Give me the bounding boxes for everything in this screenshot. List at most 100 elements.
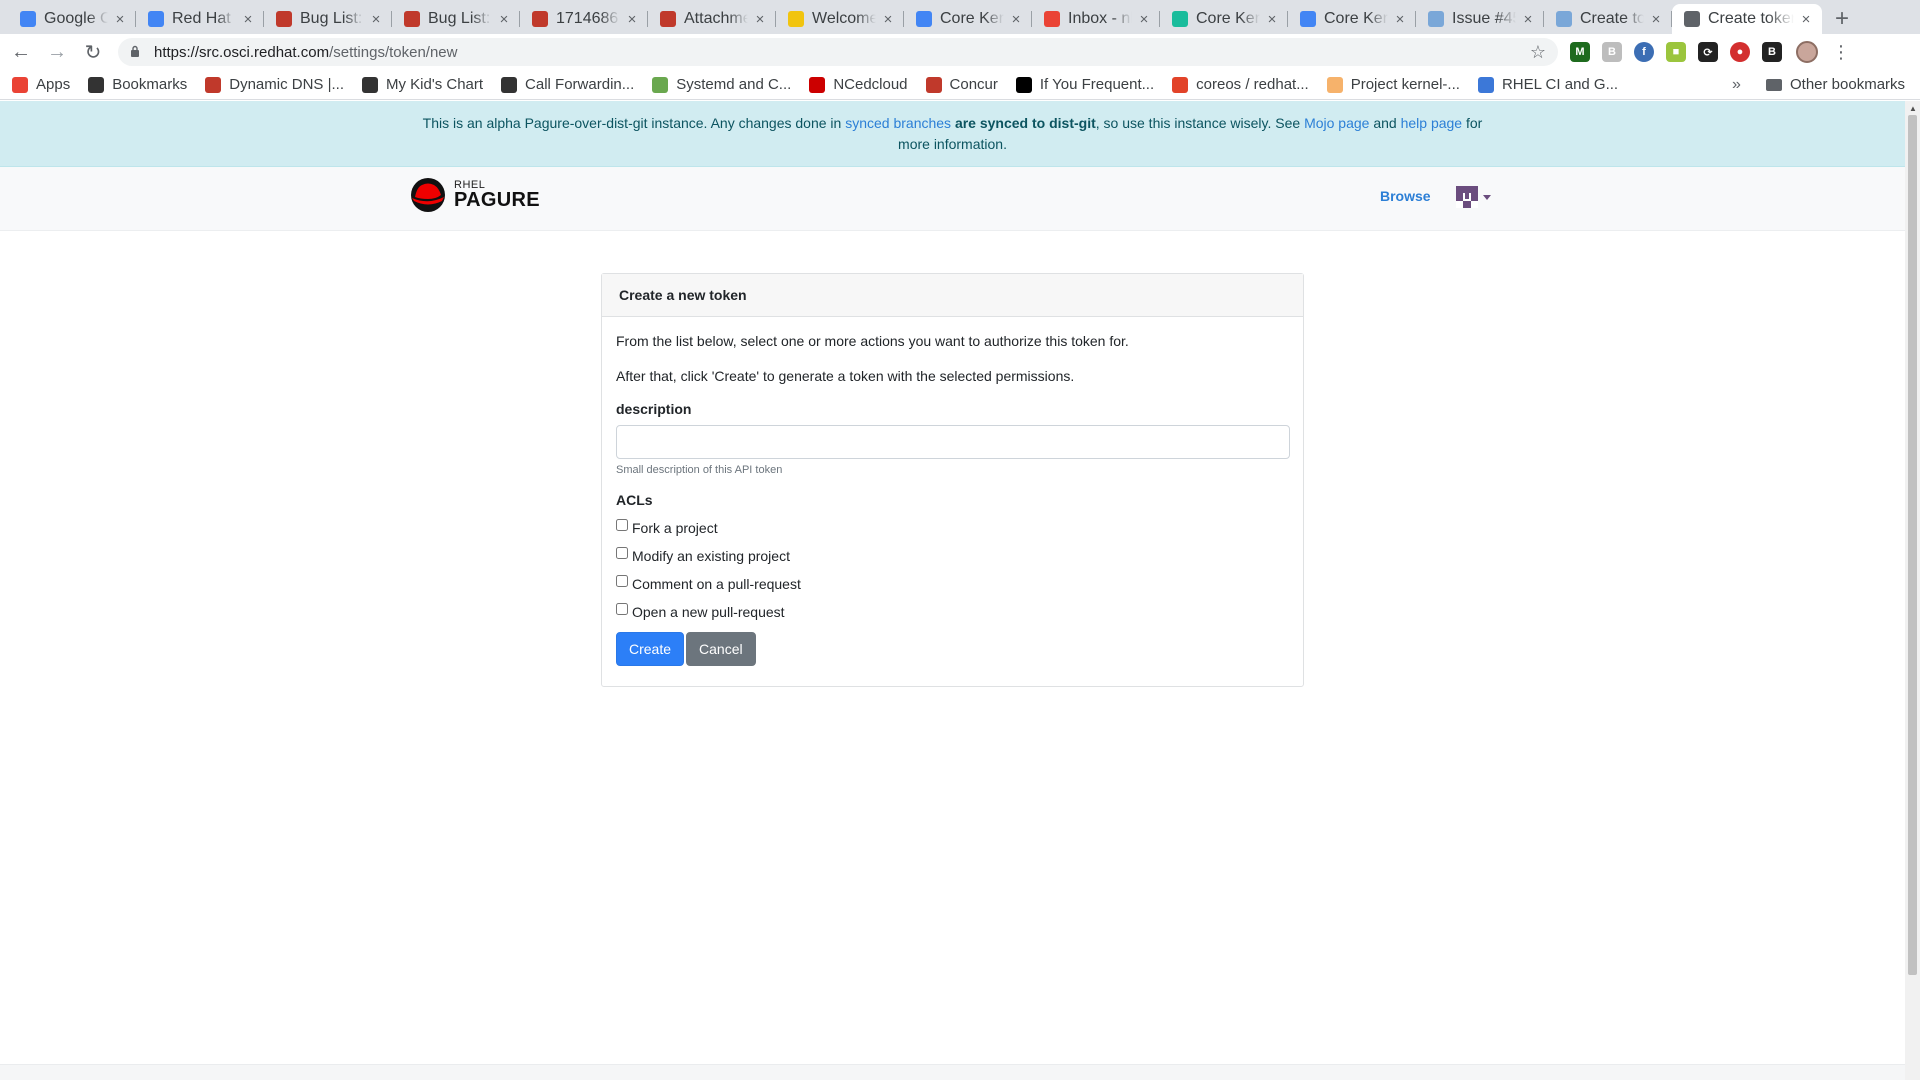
other-bookmarks[interactable]: Other bookmarks — [1766, 76, 1905, 93]
profile-avatar[interactable] — [1796, 41, 1818, 63]
tab-title: Core Kernel — [1324, 10, 1388, 27]
tab-close-icon[interactable]: × — [880, 11, 896, 28]
scroll-up-arrow-icon[interactable]: ▲ — [1909, 104, 1917, 113]
acl-checkbox[interactable] — [616, 575, 628, 587]
browser-tab[interactable]: Attachment× — [648, 4, 776, 34]
synced-branches-link[interactable]: synced branches — [845, 115, 951, 131]
extension-doc-icon[interactable]: B — [1762, 42, 1782, 62]
acl-checkbox[interactable] — [616, 547, 628, 559]
tab-title: Bug List: — [428, 10, 491, 27]
tab-close-icon[interactable]: × — [1798, 11, 1814, 28]
page-scrollbar[interactable] — [1905, 101, 1920, 1080]
tab-close-icon[interactable]: × — [240, 11, 256, 28]
bookmark-item[interactable]: Project kernel-... — [1326, 76, 1460, 93]
acl-checkbox[interactable] — [616, 603, 628, 615]
tab-close-icon[interactable]: × — [1136, 11, 1152, 28]
browser-tab[interactable]: Core Kernel× — [1160, 4, 1288, 34]
browser-tab[interactable]: Create token× — [1672, 4, 1822, 34]
lock-icon[interactable] — [130, 45, 144, 59]
extension-b-icon[interactable]: B — [1602, 42, 1622, 62]
url-host: https://src.osci.redhat.com — [154, 43, 330, 61]
bookmark-label: Project kernel-... — [1350, 76, 1460, 93]
browser-tab[interactable]: Inbox - nh× — [1032, 4, 1160, 34]
mojo-page-link[interactable]: Mojo page — [1304, 115, 1369, 131]
tab-close-icon[interactable]: × — [752, 11, 768, 28]
browser-tab[interactable]: Core Kernel× — [904, 4, 1032, 34]
page-viewport: This is an alpha Pagure-over-dist-git in… — [0, 101, 1905, 1080]
browser-tab[interactable]: Welcome × — [776, 4, 904, 34]
back-icon[interactable]: ← — [6, 37, 36, 67]
cancel-button[interactable]: Cancel — [686, 632, 756, 666]
extension-sync-icon[interactable]: ⟳ — [1698, 42, 1718, 62]
bookmark-item[interactable]: If You Frequent... — [1015, 76, 1154, 93]
tab-close-icon[interactable]: × — [624, 11, 640, 28]
new-tab-plus-icon[interactable]: + — [1822, 4, 1862, 34]
scrollbar-thumb[interactable] — [1908, 115, 1917, 975]
bookmarks-overflow-chevron-icon[interactable]: » — [1732, 76, 1741, 94]
browser-tab[interactable]: Google Calendar× — [8, 4, 136, 34]
tab-title: Red Hat - Calendar — [172, 10, 236, 27]
apps-grid-icon — [12, 76, 28, 93]
help-page-link[interactable]: help page — [1401, 115, 1463, 131]
tab-close-icon[interactable]: × — [1008, 11, 1024, 28]
bookmark-star-icon[interactable]: ☆ — [1530, 42, 1546, 63]
bookmark-item[interactable]: Call Forwardin... — [501, 76, 634, 93]
tab-close-icon[interactable]: × — [1648, 11, 1664, 28]
acl-option[interactable]: Fork a project — [616, 514, 1289, 542]
user-menu-dropdown[interactable] — [1456, 186, 1491, 208]
bookmark-item[interactable]: Dynamic DNS |... — [205, 76, 344, 93]
fedora-icon[interactable]: f — [1634, 42, 1654, 62]
description-help-text: Small description of this API token — [616, 464, 783, 476]
tab-title: Create token — [1708, 10, 1794, 27]
acl-label: Modify an existing project — [632, 548, 790, 564]
doc-icon — [1300, 11, 1316, 27]
browse-link[interactable]: Browse — [1380, 188, 1431, 204]
tab-close-icon[interactable]: × — [496, 11, 512, 28]
tab-close-icon[interactable]: × — [368, 11, 384, 28]
acl-option[interactable]: Open a new pull-request — [616, 598, 1289, 626]
browser-tab[interactable]: Core Kernel× — [1288, 4, 1416, 34]
browser-tab[interactable]: Create token× — [1544, 4, 1672, 34]
tab-close-icon[interactable]: × — [1520, 11, 1536, 28]
bookmark-item[interactable]: Concur — [925, 76, 998, 93]
bookmark-label: Apps — [36, 76, 71, 93]
tab-close-icon[interactable]: × — [1392, 11, 1408, 28]
bookmark-item[interactable]: Apps — [12, 76, 70, 93]
bookmark-item[interactable]: coreos / redhat... — [1172, 76, 1309, 93]
bookmark-item[interactable]: NCedcloud — [809, 76, 908, 93]
intro-text-1: From the list below, select one or more … — [616, 333, 1129, 349]
browser-tab[interactable]: Bug List: × — [392, 4, 520, 34]
forward-icon[interactable]: → — [42, 37, 72, 67]
redhat-shadowman-icon — [408, 177, 448, 213]
browser-tab[interactable]: Red Hat - Calendar× — [136, 4, 264, 34]
extension-green-icon[interactable]: ■ — [1666, 42, 1686, 62]
description-label: description — [616, 401, 692, 417]
user-identicon-avatar — [1456, 186, 1478, 208]
browser-tab[interactable]: 1714686 × — [520, 4, 648, 34]
acl-label: Fork a project — [632, 520, 718, 536]
description-input[interactable] — [616, 425, 1290, 459]
bookmark-item[interactable]: Systemd and C... — [652, 76, 791, 93]
acl-option[interactable]: Comment on a pull-request — [616, 570, 1289, 598]
extension-lock-icon[interactable]: ● — [1730, 42, 1750, 62]
bookmark-item[interactable]: My Kid's Chart — [361, 76, 483, 93]
card-title: Create a new token — [602, 274, 1303, 317]
linux-penguin-icon — [788, 11, 804, 27]
acl-option[interactable]: Modify an existing project — [616, 542, 1289, 570]
browser-tab[interactable]: Bug List: × — [264, 4, 392, 34]
browser-tab[interactable]: Issue #45 × — [1416, 4, 1544, 34]
address-bar[interactable]: https://src.osci.redhat.com/settings/tok… — [118, 38, 1558, 66]
browser-menu-icon[interactable]: ⋮ — [1832, 42, 1850, 63]
reload-icon[interactable]: ↻ — [78, 37, 108, 67]
acl-checkbox[interactable] — [616, 519, 628, 531]
extension-m-icon[interactable]: M — [1570, 42, 1590, 62]
tab-close-icon[interactable]: × — [112, 11, 128, 28]
bookmark-label: Systemd and C... — [676, 76, 792, 93]
bookmark-label: Bookmarks — [112, 76, 188, 93]
tab-close-icon[interactable]: × — [1264, 11, 1280, 28]
create-button[interactable]: Create — [616, 632, 685, 666]
bookmark-item[interactable]: Bookmarks — [88, 76, 187, 93]
bookmark-item[interactable]: RHEL CI and G... — [1477, 76, 1618, 93]
rhel-pagure-logo[interactable]: RHEL PAGURE — [408, 177, 540, 213]
logo-pagure-text: PAGURE — [454, 188, 540, 211]
